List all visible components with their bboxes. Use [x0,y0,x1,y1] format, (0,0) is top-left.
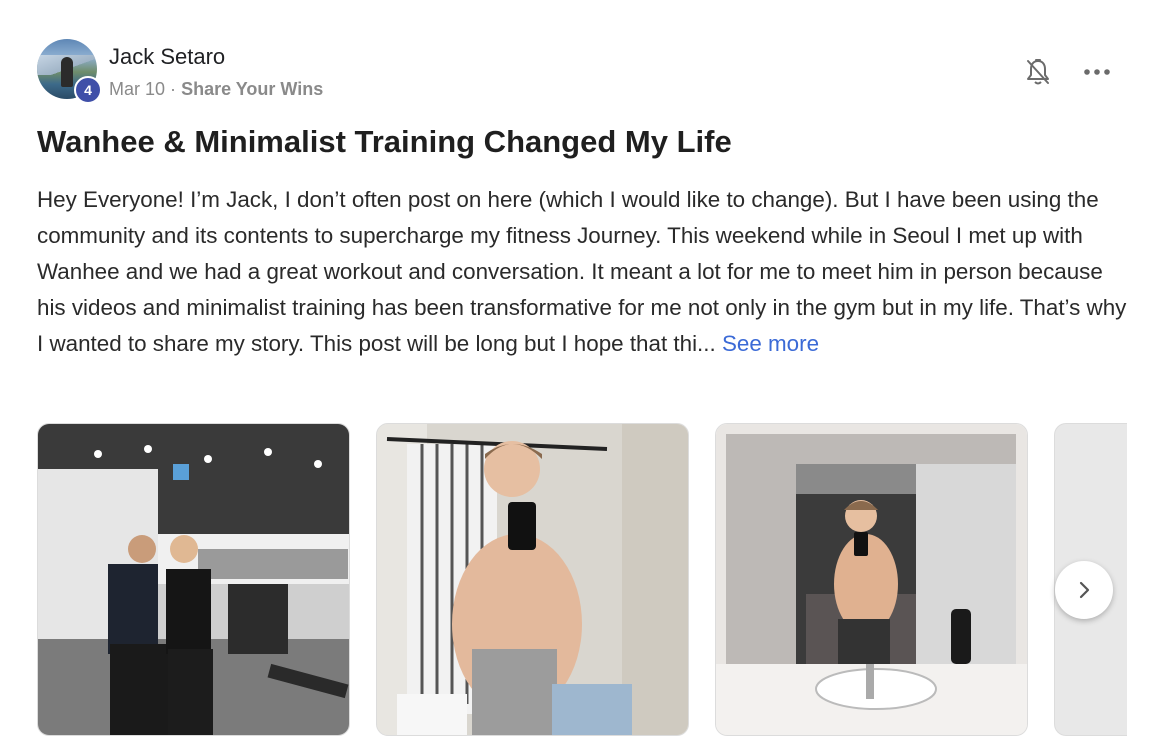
gallery-image-3[interactable] [715,423,1028,736]
chevron-right-icon[interactable] [1055,561,1113,619]
gallery-image-1[interactable] [37,423,350,736]
level-badge: 4 [74,76,102,104]
meta-separator: · [170,79,177,99]
post-body-text: Hey Everyone! I’m Jack, I don’t often po… [37,187,1127,356]
more-options-icon[interactable] [1082,58,1112,86]
post-body: Hey Everyone! I’m Jack, I don’t often po… [37,182,1127,362]
author-name[interactable]: Jack Setaro [109,44,225,70]
bell-off-icon[interactable] [1024,57,1052,87]
post-title[interactable]: Wanhee & Minimalist Training Changed My … [37,124,732,160]
post-date[interactable]: Mar 10 [109,79,165,99]
see-more-link[interactable]: See more [722,331,819,356]
gallery-image-2[interactable] [376,423,689,736]
post-category[interactable]: Share Your Wins [181,79,323,99]
post-meta: Mar 10 · Share Your Wins [109,79,323,100]
